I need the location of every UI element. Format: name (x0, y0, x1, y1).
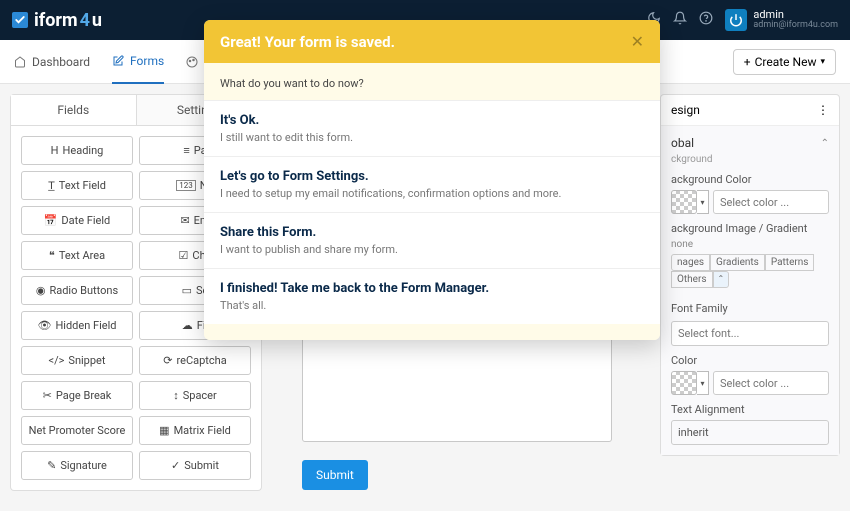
modal-opt2-title: Let's go to Form Settings. (220, 169, 644, 184)
modal-opt-continue-editing[interactable]: It's Ok. I still want to edit this form. (204, 100, 660, 156)
close-icon[interactable]: ✕ (631, 32, 644, 51)
modal-opt4-desc: That's all. (220, 299, 644, 312)
modal-footer-pad (204, 324, 660, 340)
modal-overlay: Great! Your form is saved. ✕ What do you… (0, 0, 850, 511)
modal-question: What do you want to do now? (204, 63, 660, 100)
modal-opt-form-settings[interactable]: Let's go to Form Settings. I need to set… (204, 156, 660, 212)
modal-opt1-desc: I still want to edit this form. (220, 131, 644, 144)
modal-opt4-title: I finished! Take me back to the Form Man… (220, 281, 644, 296)
modal-title: Great! Your form is saved. (220, 33, 395, 51)
modal-opt-share-form[interactable]: Share this Form. I want to publish and s… (204, 212, 660, 268)
modal-opt3-title: Share this Form. (220, 225, 644, 240)
modal-opt-form-manager[interactable]: I finished! Take me back to the Form Man… (204, 268, 660, 324)
modal-opt2-desc: I need to setup my email notifications, … (220, 187, 644, 200)
modal-opt3-desc: I want to publish and share my form. (220, 243, 644, 256)
modal-header: Great! Your form is saved. ✕ (204, 20, 660, 63)
modal-opt1-title: It's Ok. (220, 113, 644, 128)
save-modal: Great! Your form is saved. ✕ What do you… (204, 20, 660, 340)
